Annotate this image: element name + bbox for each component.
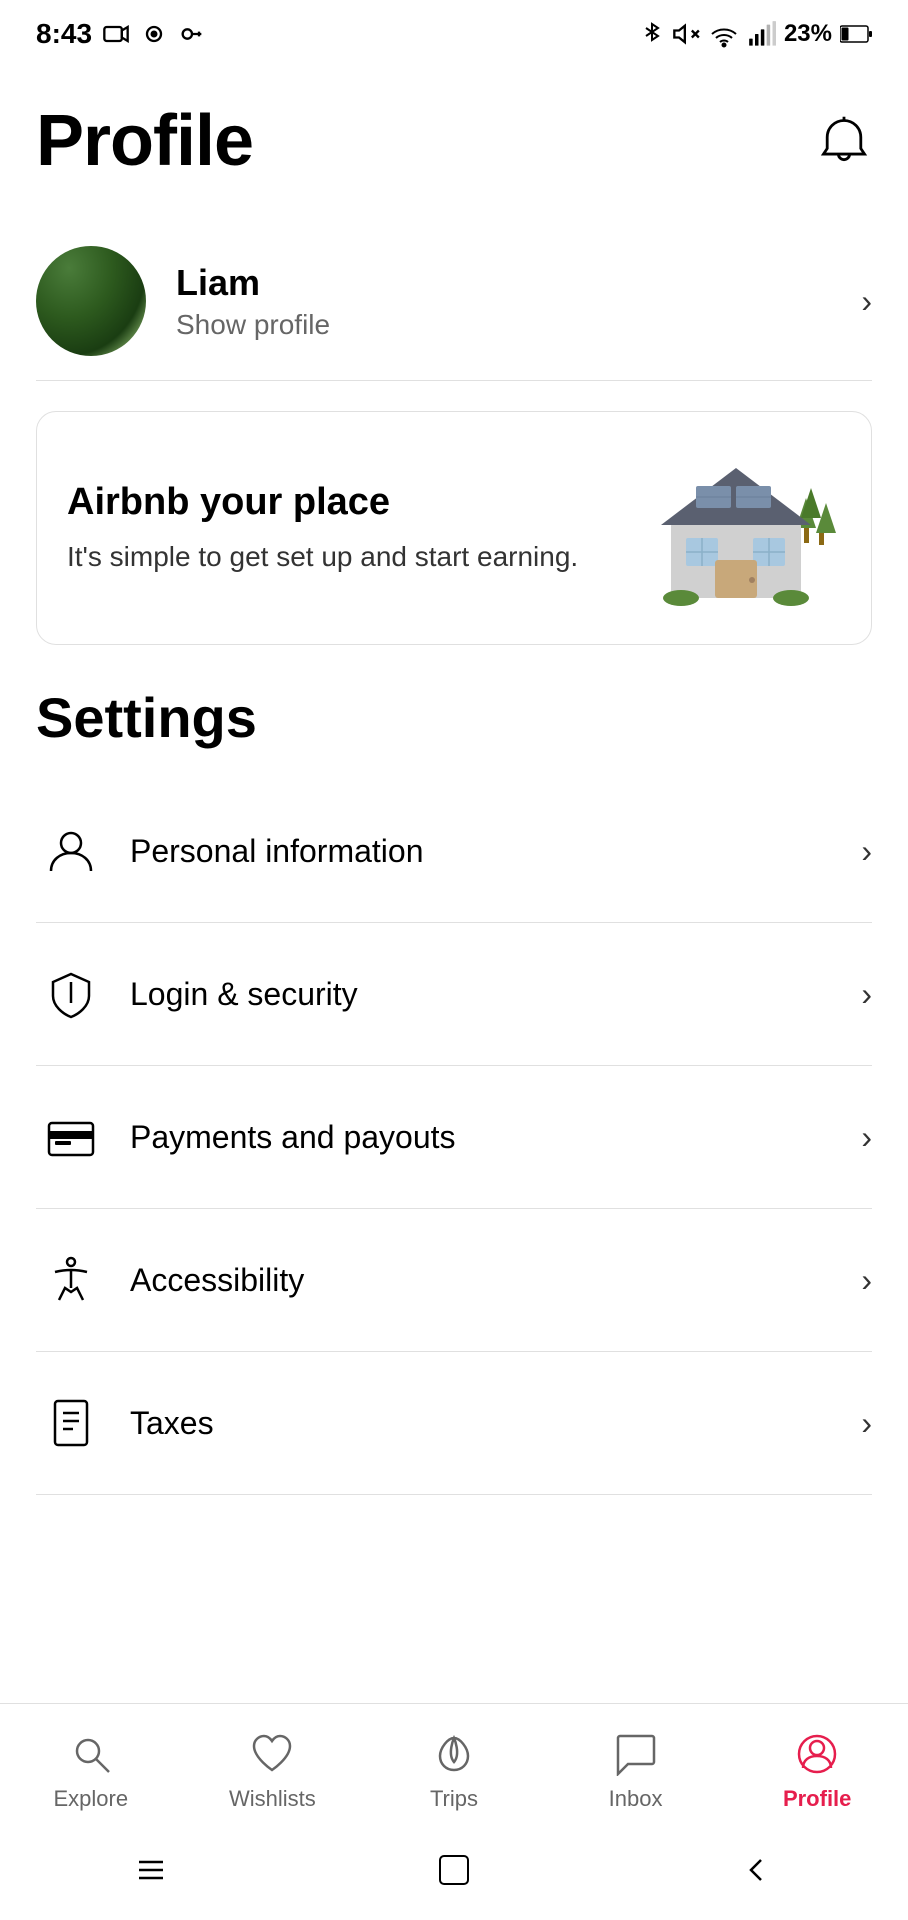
nav-inbox-label: Inbox <box>609 1786 663 1812</box>
nav-trips-label: Trips <box>430 1786 478 1812</box>
login-security-chevron-icon: › <box>861 976 872 1013</box>
notification-bell-button[interactable] <box>816 113 872 169</box>
avatar <box>36 246 146 356</box>
bluetooth-icon <box>640 20 664 48</box>
card-title: Airbnb your place <box>67 480 621 526</box>
nav-item-trips[interactable]: Trips <box>363 1720 545 1820</box>
payments-payouts-item[interactable]: Payments and payouts › <box>36 1066 872 1209</box>
main-content: Profile Liam Show profile › Airbnb your … <box>0 60 908 1703</box>
page-title: Profile <box>36 100 253 182</box>
nav-explore-label: Explore <box>54 1786 129 1812</box>
card-subtitle: It's simple to get set up and start earn… <box>67 537 621 576</box>
login-security-label: Login & security <box>130 976 861 1013</box>
user-profile-row[interactable]: Liam Show profile › <box>36 222 872 381</box>
nav-item-inbox[interactable]: Inbox <box>545 1720 727 1820</box>
person-icon <box>36 816 106 886</box>
nav-item-wishlists[interactable]: Wishlists <box>182 1720 364 1820</box>
status-right: 23% <box>640 20 872 48</box>
show-profile-label: Show profile <box>176 309 861 341</box>
battery-text: 23% <box>784 20 832 48</box>
personal-information-item[interactable]: Personal information › <box>36 780 872 923</box>
nav-item-explore[interactable]: Explore <box>0 1720 182 1820</box>
payment-icon <box>36 1102 106 1172</box>
personal-information-label: Personal information <box>130 833 861 870</box>
personal-information-chevron-icon: › <box>861 833 872 870</box>
taxes-chevron-icon: › <box>861 1405 872 1442</box>
heart-icon <box>246 1728 298 1780</box>
battery-icon <box>840 24 872 44</box>
card-text: Airbnb your place It's simple to get set… <box>67 480 641 577</box>
back-icon[interactable] <box>737 1850 777 1890</box>
house-svg <box>641 448 841 608</box>
wifi-icon <box>708 20 740 48</box>
user-name: Liam <box>176 261 861 304</box>
accessibility-item[interactable]: Accessibility › <box>36 1209 872 1352</box>
recording-icon <box>140 20 168 48</box>
payments-payouts-chevron-icon: › <box>861 1119 872 1156</box>
airbnb-host-card[interactable]: Airbnb your place It's simple to get set… <box>36 411 872 645</box>
user-info: Liam Show profile <box>176 261 861 340</box>
login-security-item[interactable]: Login & security › <box>36 923 872 1066</box>
status-time: 8:43 <box>36 18 92 50</box>
shield-icon <box>36 959 106 1029</box>
payments-payouts-label: Payments and payouts <box>130 1119 861 1156</box>
mute-icon <box>672 20 700 48</box>
accessibility-label: Accessibility <box>130 1262 861 1299</box>
nav-item-profile[interactable]: Profile <box>726 1720 908 1820</box>
taxes-item[interactable]: Taxes › <box>36 1352 872 1495</box>
taxes-icon <box>36 1388 106 1458</box>
accessibility-icon <box>36 1245 106 1315</box>
profile-nav-icon <box>791 1728 843 1780</box>
profile-chevron-icon: › <box>861 283 872 320</box>
search-icon <box>65 1728 117 1780</box>
taxes-label: Taxes <box>130 1405 861 1442</box>
bottom-nav: Explore Wishlists Trips Inbox <box>0 1703 908 1830</box>
system-nav-bar <box>0 1830 908 1920</box>
key-icon <box>178 20 206 48</box>
settings-title: Settings <box>36 685 872 750</box>
avatar-image <box>36 246 146 356</box>
accessibility-chevron-icon: › <box>861 1262 872 1299</box>
camera-icon <box>102 20 130 48</box>
nav-profile-label: Profile <box>783 1786 851 1812</box>
chat-icon <box>610 1728 662 1780</box>
home-icon[interactable] <box>434 1850 474 1890</box>
nav-wishlists-label: Wishlists <box>229 1786 316 1812</box>
house-illustration <box>641 448 841 608</box>
menu-icon[interactable] <box>131 1850 171 1890</box>
status-bar: 8:43 23% <box>0 0 908 60</box>
signal-icon <box>748 20 776 48</box>
status-left: 8:43 <box>36 18 206 50</box>
page-header: Profile <box>36 100 872 182</box>
airbnb-icon <box>428 1728 480 1780</box>
